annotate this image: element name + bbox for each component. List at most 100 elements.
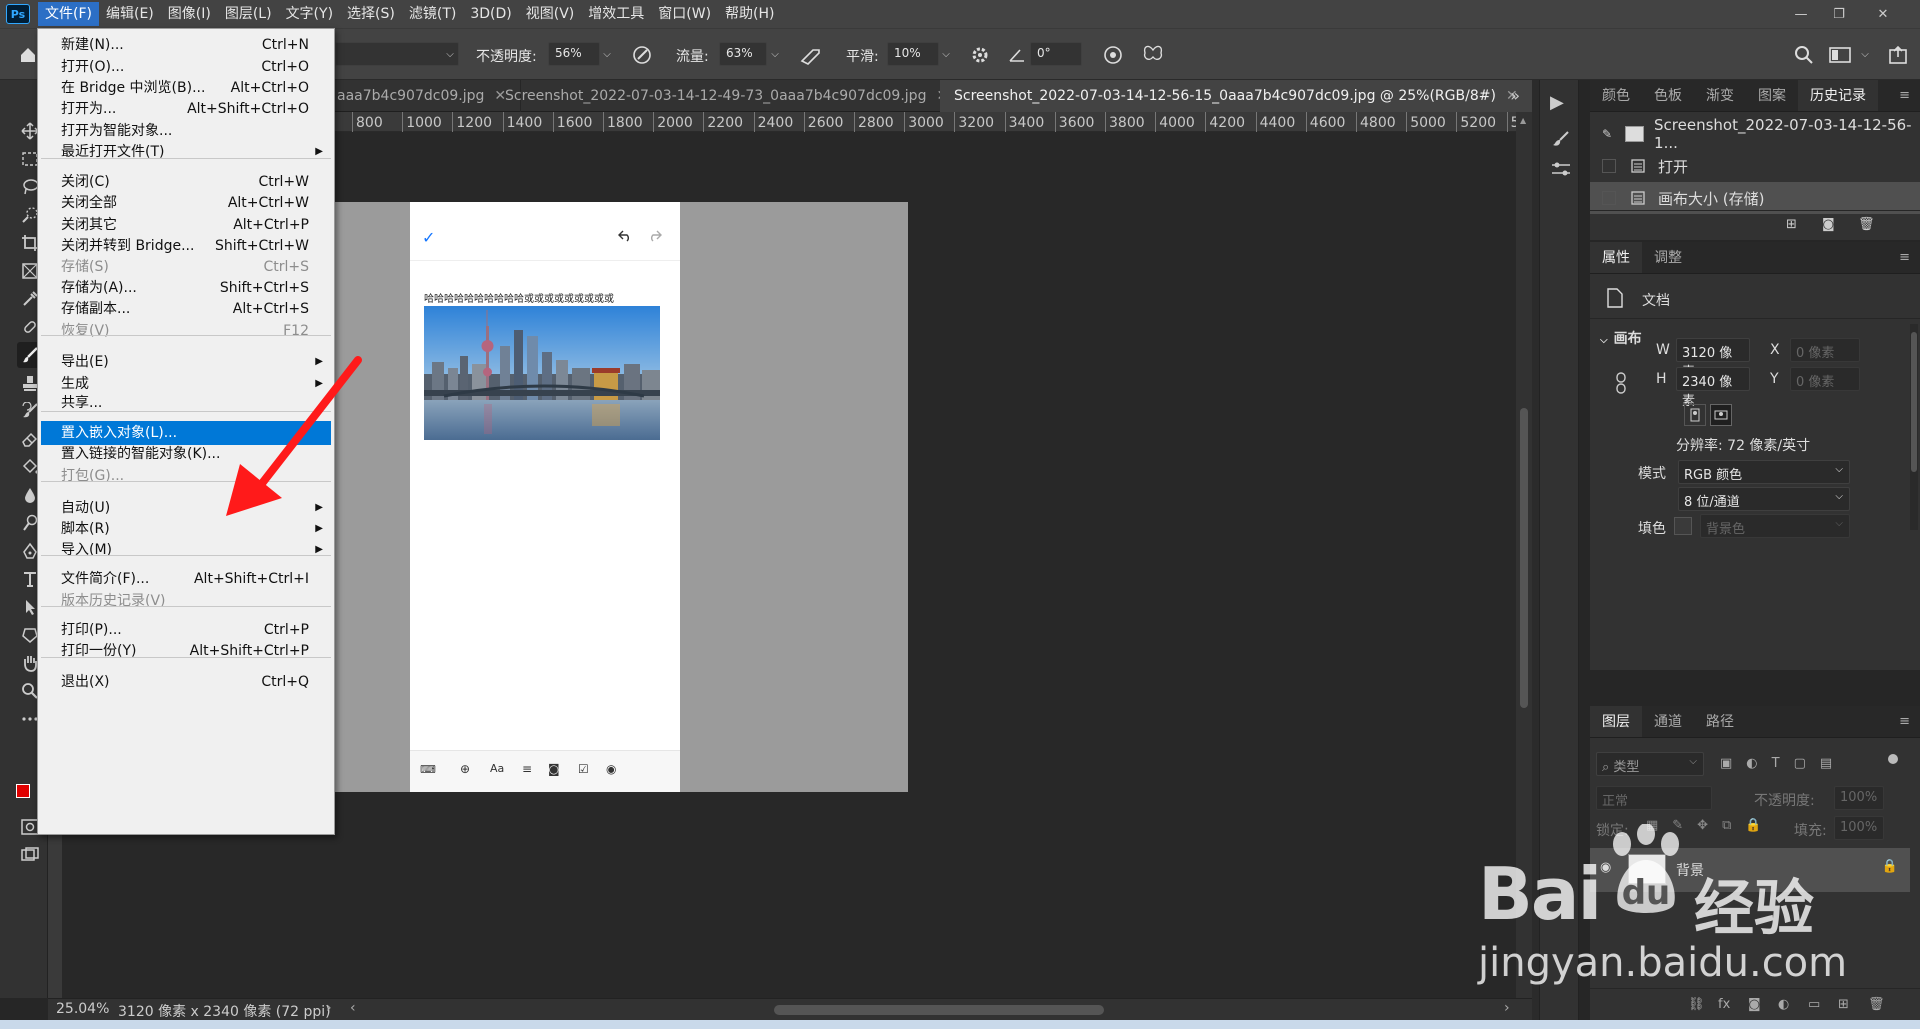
menu-window[interactable]: 窗口(W) xyxy=(651,2,718,26)
new-group-icon[interactable]: ▭ xyxy=(1808,997,1820,1012)
fill-opacity-input[interactable]: 100% xyxy=(1834,816,1884,840)
x-input[interactable]: 0 像素 xyxy=(1790,338,1860,362)
link-dimensions-icon[interactable] xyxy=(1614,372,1628,394)
new-document-from-state-icon[interactable]: ⊞ xyxy=(1786,217,1797,232)
opacity-input[interactable]: 56% xyxy=(548,42,600,66)
doc-tab-3-active[interactable]: Screenshot_2022-07-03-14-12-56-15_0aaa7b… xyxy=(940,80,1533,112)
properties-scrollbar[interactable] xyxy=(1910,324,1918,530)
history-snapshot[interactable]: ✎ Screenshot_2022-07-03-14-12-56-1... xyxy=(1590,116,1920,152)
fill-color-swatch[interactable] xyxy=(1674,517,1692,535)
horizontal-scrollbar-thumb[interactable] xyxy=(774,1005,1104,1015)
layer-opacity-input[interactable]: 100% xyxy=(1834,786,1884,810)
share-icon[interactable] xyxy=(1884,41,1912,69)
camera-snapshot-icon[interactable]: ◙ xyxy=(1822,217,1835,232)
menu-layer[interactable]: 图层(L) xyxy=(218,2,279,26)
file-menu-item-23[interactable]: 文件简介(F)... Alt+Shift+Ctrl+I xyxy=(41,567,331,591)
chevron-down-icon[interactable]: ⌵ xyxy=(441,42,459,66)
file-menu-item-3[interactable]: 打开为... Alt+Shift+Ctrl+O xyxy=(41,97,331,121)
file-menu-item-7[interactable]: 关闭全部 Alt+Ctrl+W xyxy=(41,191,331,215)
menu-help[interactable]: 帮助(H) xyxy=(718,2,781,26)
search-icon[interactable] xyxy=(1790,41,1818,69)
tab-swatches[interactable]: 色板 xyxy=(1642,80,1694,111)
landscape-orientation-icon[interactable] xyxy=(1710,404,1732,426)
layer-style-fx-icon[interactable]: fx xyxy=(1718,997,1730,1012)
restore-icon[interactable]: ❐ xyxy=(1820,0,1858,28)
tab-color[interactable]: 颜色 xyxy=(1590,80,1642,111)
fill-select[interactable]: 背景色 ⌵ xyxy=(1700,514,1850,538)
scroll-right-icon[interactable]: › xyxy=(1504,1000,1510,1016)
foreground-color-swatch[interactable] xyxy=(16,784,30,798)
scrollbar-thumb[interactable] xyxy=(1520,408,1528,708)
menu-3d[interactable]: 3D(D) xyxy=(463,2,518,26)
scroll-left-icon[interactable]: ‹ xyxy=(350,1000,356,1016)
tab-layers[interactable]: 图层 xyxy=(1590,706,1642,737)
tab-channels[interactable]: 通道 xyxy=(1642,706,1694,737)
menu-plugins[interactable]: 增效工具 xyxy=(581,2,651,26)
flow-input[interactable]: 63% xyxy=(719,42,767,66)
color-mode-select[interactable]: RGB 颜色 ⌵ xyxy=(1678,460,1850,484)
tab-history[interactable]: 历史记录 xyxy=(1798,80,1878,111)
pressure-opacity-icon[interactable] xyxy=(628,41,656,69)
tab-adjustments[interactable]: 调整 xyxy=(1642,242,1694,273)
menu-filter[interactable]: 滤镜(T) xyxy=(402,2,463,26)
menu-edit[interactable]: 编辑(E) xyxy=(99,2,161,26)
history-state-open[interactable]: 打开 xyxy=(1590,150,1920,182)
tabs-overflow-icon[interactable]: » xyxy=(1510,86,1520,105)
panel-menu-icon[interactable]: ≡ xyxy=(1889,242,1920,273)
workspace-icon[interactable] xyxy=(1826,41,1854,69)
panel-menu-icon[interactable]: ≡ xyxy=(1889,706,1920,737)
menu-type[interactable]: 文字(Y) xyxy=(279,2,340,26)
file-menu-item-27[interactable]: 退出(X) Ctrl+Q xyxy=(41,670,331,694)
menu-select[interactable]: 选择(S) xyxy=(340,2,402,26)
smoothing-dropdown-icon[interactable]: ⌵ xyxy=(937,42,955,66)
adjustments-sliders-icon[interactable] xyxy=(1550,160,1572,178)
file-menu-item-26[interactable]: 打印一份(Y) Alt+Shift+Ctrl+P xyxy=(41,639,331,663)
history-brush-source-icon[interactable]: ✎ xyxy=(1602,127,1619,141)
y-input[interactable]: 0 像素 xyxy=(1790,367,1860,391)
file-menu-item-5[interactable]: 最近打开文件(T) ▶ xyxy=(41,140,331,164)
bit-depth-select[interactable]: 8 位/通道 ⌵ xyxy=(1678,487,1850,511)
menu-view[interactable]: 视图(V) xyxy=(519,2,582,26)
tab-paths[interactable]: 路径 xyxy=(1694,706,1746,737)
panel-menu-icon[interactable]: ≡ xyxy=(1889,80,1920,111)
new-layer-icon[interactable]: ⊞ xyxy=(1838,997,1849,1012)
file-menu-item-0[interactable]: 新建(N)... Ctrl+N xyxy=(41,33,331,57)
flow-dropdown-icon[interactable]: ⌵ xyxy=(766,42,784,66)
gear-icon[interactable] xyxy=(966,41,994,69)
portrait-orientation-icon[interactable] xyxy=(1684,404,1706,426)
status-menu-icon[interactable]: › xyxy=(326,1000,332,1016)
zoom-level[interactable]: 25.04% xyxy=(56,1001,109,1017)
trash-icon[interactable]: 🗑 xyxy=(1858,217,1875,232)
tab-properties[interactable]: 属性 xyxy=(1590,242,1642,273)
doc-tab-2[interactable]: Screenshot_2022-07-03-14-12-49-73_0aaa7b… xyxy=(491,80,964,112)
screen-mode-icon[interactable] xyxy=(17,842,43,868)
filter-toggle-icon[interactable] xyxy=(1888,754,1898,764)
width-input[interactable]: 3120 像素 xyxy=(1676,338,1750,380)
angle-input[interactable]: 0° xyxy=(1030,42,1082,66)
brush-settings-icon[interactable] xyxy=(1550,130,1572,150)
menu-image[interactable]: 图像(I) xyxy=(161,2,218,26)
smoothing-input[interactable]: 10% xyxy=(887,42,939,66)
blend-mode-select[interactable]: 正常 xyxy=(1596,786,1712,810)
actions-play-icon[interactable]: ▶ xyxy=(1550,92,1564,113)
menu-file[interactable]: 文件(F) xyxy=(38,2,99,26)
airbrush-icon[interactable] xyxy=(797,41,825,69)
tab-gradients[interactable]: 渐变 xyxy=(1694,80,1746,111)
tab-patterns[interactable]: 图案 xyxy=(1746,80,1798,111)
layer-filter-select[interactable]: ⌕ 类型 ⌵ xyxy=(1596,752,1704,776)
file-menu-item-22[interactable]: 导入(M) ▶ xyxy=(41,538,331,562)
adjustment-layer-icon[interactable]: ◐ xyxy=(1778,997,1789,1012)
minimize-icon[interactable]: — xyxy=(1782,0,1820,28)
delete-layer-icon[interactable]: 🗑 xyxy=(1868,997,1885,1012)
pressure-size-icon[interactable] xyxy=(1099,41,1127,69)
link-layers-icon[interactable]: ⛓ xyxy=(1688,997,1705,1012)
workspace-dropdown-icon[interactable]: ⌵ xyxy=(1856,42,1874,66)
symmetry-butterfly-icon[interactable] xyxy=(1139,41,1167,69)
add-mask-icon[interactable]: ◙ xyxy=(1748,997,1761,1012)
file-menu-item-12[interactable]: 存储副本... Alt+Ctrl+S xyxy=(41,297,331,321)
canvas-section-header[interactable]: ⌵ 画布 xyxy=(1600,328,1642,348)
close-icon[interactable]: ✕ xyxy=(1858,0,1908,28)
height-input[interactable]: 2340 像素 xyxy=(1676,367,1750,409)
layer-filter-icons[interactable]: ▣◐T▢▤ xyxy=(1720,756,1846,771)
opacity-dropdown-icon[interactable]: ⌵ xyxy=(598,42,616,66)
